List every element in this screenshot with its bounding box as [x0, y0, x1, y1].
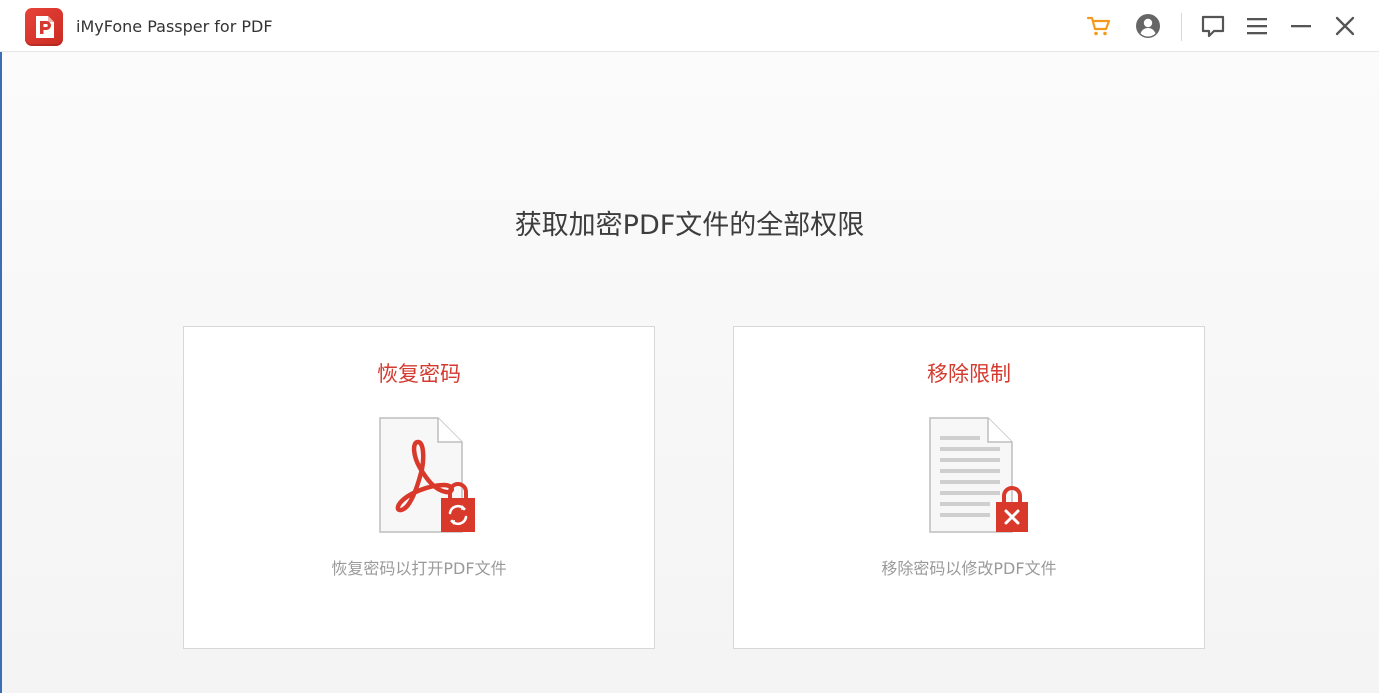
feedback-icon[interactable] — [1199, 12, 1227, 40]
menu-icon[interactable] — [1243, 12, 1271, 40]
title-bar: iMyFone Passper for PDF — [0, 0, 1379, 52]
window-edge — [0, 0, 2, 693]
document-lock-remove-icon — [928, 416, 1030, 542]
cart-icon[interactable] — [1085, 12, 1113, 40]
minimize-icon[interactable] — [1287, 12, 1315, 40]
app-logo-icon — [25, 8, 63, 46]
card-title: 移除限制 — [927, 362, 1011, 386]
close-icon[interactable] — [1331, 12, 1359, 40]
account-icon[interactable] — [1134, 12, 1162, 40]
app-title: iMyFone Passper for PDF — [76, 17, 273, 36]
remove-restrictions-card[interactable]: 移除限制 移除密码以修改PDF文件 — [733, 326, 1205, 649]
card-description: 移除密码以修改PDF文件 — [881, 559, 1057, 578]
pdf-lock-refresh-icon — [378, 416, 480, 542]
page-headline: 获取加密PDF文件的全部权限 — [514, 210, 865, 241]
card-description: 恢复密码以打开PDF文件 — [331, 559, 507, 578]
recover-password-card[interactable]: 恢复密码 恢复密码以打开PDF文件 — [183, 326, 655, 649]
toolbar-divider — [1181, 13, 1182, 41]
card-title: 恢复密码 — [377, 362, 461, 386]
